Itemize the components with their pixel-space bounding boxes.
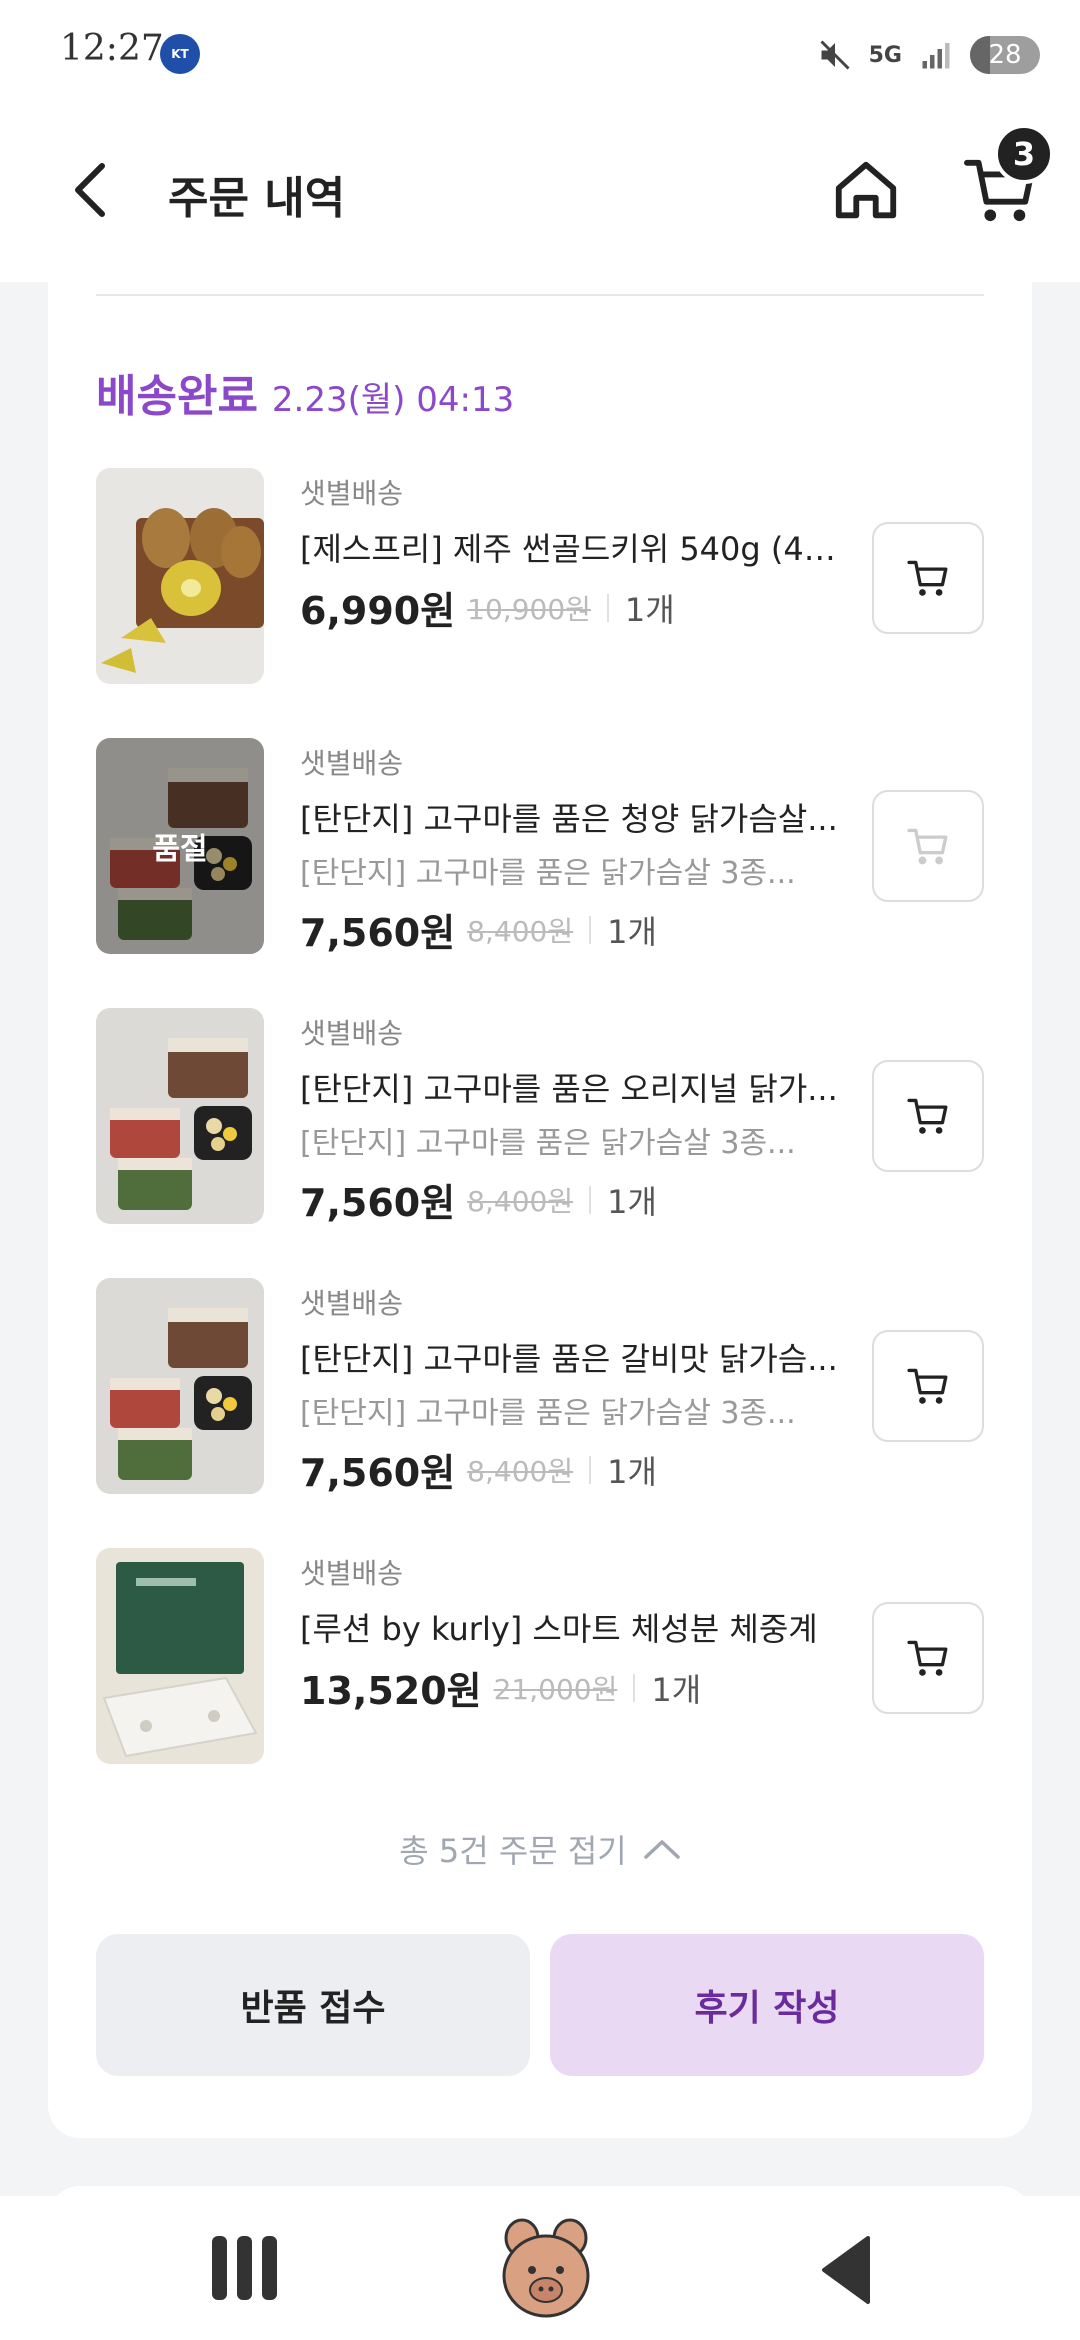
delivery-type: 샛별배송 xyxy=(300,1287,404,1320)
separator xyxy=(589,915,592,944)
mascot-home-icon[interactable] xyxy=(500,2216,592,2320)
order-item[interactable]: 샛별배송 [탄단지] 고구마를 품은 오리지널 닭가... [탄단지] 고구마를… xyxy=(96,1008,984,1225)
add-to-cart-button[interactable] xyxy=(872,790,984,902)
cart-icon xyxy=(907,1098,948,1134)
product-option: [탄단지] 고구마를 품은 닭가슴살 3종... xyxy=(300,1396,796,1431)
delivery-status-date: 2.23(월) 04:13 xyxy=(271,380,515,420)
original-price: 8,400원 xyxy=(467,1184,574,1218)
product-image-kiwi[interactable] xyxy=(96,468,264,684)
cart-icon xyxy=(907,1368,948,1404)
network-5g-icon: 5G xyxy=(868,42,902,68)
header: 주문 내역 3 xyxy=(0,100,1080,282)
recents-button[interactable] xyxy=(212,2236,278,2300)
product-name[interactable]: [탄단지] 고구마를 품은 오리지널 닭가... xyxy=(300,1064,840,1110)
system-navigation-bar xyxy=(0,2196,1080,2340)
order-item[interactable]: 품절 샛별배송 [탄단지] 고구마를 품은 청양 닭가슴살... [탄단지] 고… xyxy=(96,738,984,955)
product-image-chicken[interactable]: 품절 xyxy=(96,738,264,954)
kt-app-icon: KT xyxy=(160,34,200,74)
chevron-left-icon xyxy=(75,163,105,217)
cart-icon xyxy=(907,1640,948,1676)
delivery-type: 샛별배송 xyxy=(300,747,404,780)
product-price: 7,560원 xyxy=(300,1181,456,1225)
delivery-type: 샛별배송 xyxy=(300,1557,404,1590)
product-name[interactable]: [제스프리] 제주 썬골드키위 540g (4~... xyxy=(300,524,840,570)
product-name[interactable]: [루션 by kurly] 스마트 체성분 체중계 xyxy=(300,1604,840,1650)
product-option: [탄단지] 고구마를 품은 닭가슴살 3종... xyxy=(300,856,796,891)
delivery-type: 샛별배송 xyxy=(300,477,404,510)
back-button[interactable] xyxy=(50,150,130,230)
page-title: 주문 내역 xyxy=(168,173,346,224)
quantity: 1개 xyxy=(607,1182,657,1221)
cart-icon xyxy=(907,560,948,596)
back-triangle-icon[interactable] xyxy=(818,2234,874,2306)
product-price: 7,560원 xyxy=(300,1451,456,1495)
original-price: 8,400원 xyxy=(467,1454,574,1488)
product-name[interactable]: [탄단지] 고구마를 품은 청양 닭가슴살... xyxy=(300,794,840,840)
home-icon xyxy=(835,161,897,219)
product-image-scale[interactable] xyxy=(96,1548,264,1764)
cart-icon xyxy=(907,828,948,865)
separator xyxy=(589,1185,592,1214)
order-item[interactable]: 샛별배송 [루션 by kurly] 스마트 체성분 체중계 13,520원 2… xyxy=(96,1548,984,1764)
status-bar: 12:27 KT 5G 28 xyxy=(0,0,1080,100)
cart-count-badge: 3 xyxy=(994,124,1054,184)
mute-icon xyxy=(820,40,850,70)
original-price: 8,400원 xyxy=(467,914,574,948)
add-to-cart-button[interactable] xyxy=(872,1330,984,1442)
order-item[interactable]: 샛별배송 [탄단지] 고구마를 품은 갈비맛 닭가슴... [탄단지] 고구마를… xyxy=(96,1278,984,1495)
add-to-cart-button[interactable] xyxy=(872,1602,984,1714)
signal-icon xyxy=(922,43,950,69)
product-price: 6,990원 xyxy=(300,589,456,633)
soldout-overlay: 품절 xyxy=(96,738,264,954)
delivery-status: 배송완료 2.23(월) 04:13 xyxy=(96,360,514,424)
battery-indicator: 28 xyxy=(970,36,1040,74)
divider xyxy=(96,294,984,296)
cart-button[interactable]: 3 xyxy=(950,124,1054,234)
home-button[interactable] xyxy=(822,146,910,234)
delivery-status-label: 배송완료 xyxy=(96,371,258,422)
quantity: 1개 xyxy=(624,590,675,629)
original-price: 10,900원 xyxy=(467,592,591,626)
separator xyxy=(633,1673,636,1702)
delivery-type: 샛별배송 xyxy=(300,1017,404,1050)
quantity: 1개 xyxy=(651,1670,702,1709)
order-item[interactable]: 샛별배송 [제스프리] 제주 썬골드키위 540g (4~... 6,990원 … xyxy=(96,468,984,684)
product-name[interactable]: [탄단지] 고구마를 품은 갈비맛 닭가슴... xyxy=(300,1334,840,1380)
original-price: 21,000원 xyxy=(493,1672,618,1706)
write-review-button[interactable]: 후기 작성 xyxy=(550,1934,984,2076)
separator xyxy=(589,1455,592,1484)
order-card: 배송완료 2.23(월) 04:13 샛별배송 [제스프리] 제주 썬골드키위 … xyxy=(48,282,1032,2138)
add-to-cart-button[interactable] xyxy=(872,522,984,634)
product-price: 7,560원 xyxy=(300,911,456,955)
collapse-orders-button[interactable]: 총 5건 주문 접기 xyxy=(48,1826,1032,1872)
return-request-button[interactable]: 반품 접수 xyxy=(96,1934,530,2076)
product-option: [탄단지] 고구마를 품은 닭가슴살 3종... xyxy=(300,1126,796,1161)
product-price: 13,520원 xyxy=(300,1669,482,1713)
separator xyxy=(606,593,609,622)
quantity: 1개 xyxy=(607,912,657,951)
add-to-cart-button[interactable] xyxy=(872,1060,984,1172)
product-image-chicken[interactable] xyxy=(96,1278,264,1494)
quantity: 1개 xyxy=(607,1452,657,1491)
collapse-label: 총 5건 주문 접기 xyxy=(399,1832,627,1870)
product-image-chicken[interactable] xyxy=(96,1008,264,1224)
chevron-up-icon xyxy=(644,1840,680,1859)
battery-level: 28 xyxy=(988,40,1022,70)
status-time: 12:27 xyxy=(60,28,164,69)
